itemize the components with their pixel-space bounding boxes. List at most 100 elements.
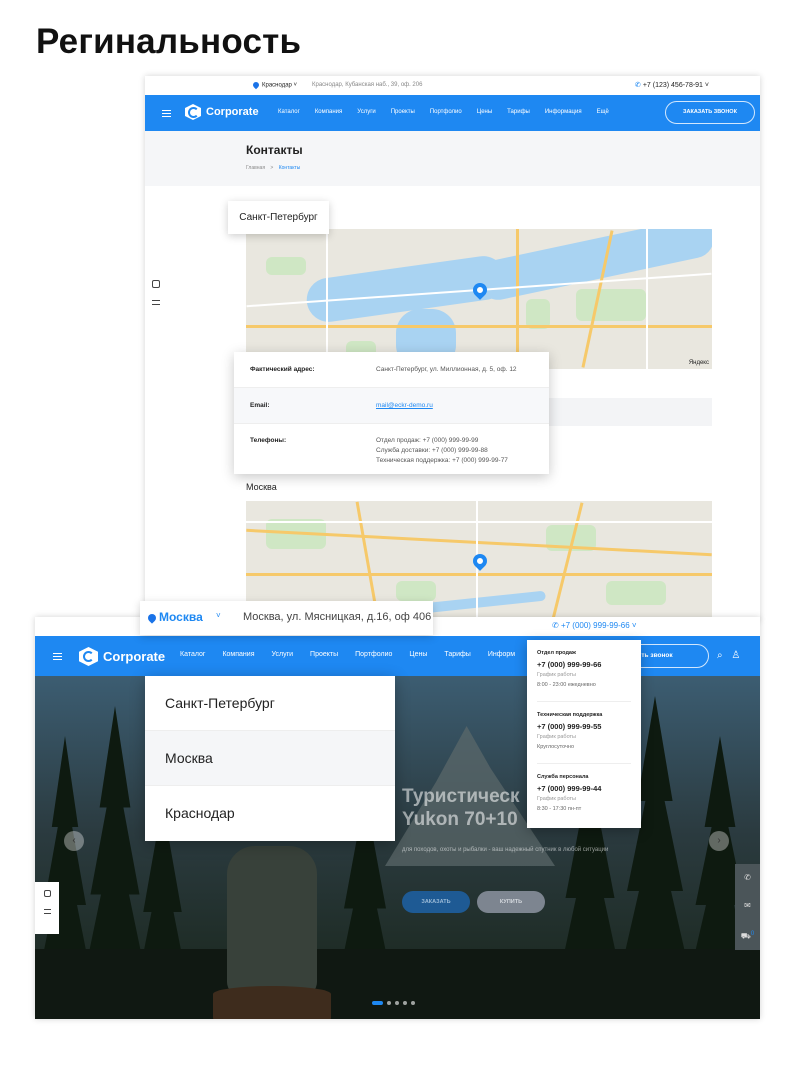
nav-item-projects[interactable]: Проекты [391, 109, 415, 115]
mail-icon[interactable]: ✉ [735, 892, 760, 920]
slider-dot[interactable] [411, 1001, 415, 1005]
nav-item-catalog[interactable]: Каталог [180, 651, 205, 658]
nav-item-more[interactable]: Ещё [597, 109, 609, 115]
department-hours-label: График работы [537, 672, 576, 678]
hero-title-line-2: Yukon 70+10 [402, 808, 518, 830]
header-address: Краснодар, Кубанская наб., 39, оф. 206 [312, 82, 423, 88]
side-toolbar [35, 882, 59, 934]
slider-dot-active[interactable] [372, 1001, 383, 1005]
region-current-name: Москва [159, 610, 203, 624]
email-row: Email: mail@eckr-demo.ru [234, 388, 549, 424]
email-link[interactable]: mail@eckr-demo.ru [376, 402, 433, 409]
logo-text: Corporate [206, 106, 259, 118]
department-title: Техническая поддержка [537, 712, 603, 718]
contact-info-card: Фактический адрес: Санкт-Петербург, ул. … [234, 352, 549, 474]
nav-item-portfolio[interactable]: Портфолио [355, 651, 392, 658]
nav-item-tariffs[interactable]: Тарифы [507, 109, 530, 115]
spb-map[interactable]: Яндекс [246, 229, 712, 369]
header-phone-number: +7 (123) 456-78-91 [642, 82, 703, 89]
region-name: Краснодар [262, 82, 292, 89]
address-label: Фактический адрес: [250, 366, 315, 373]
department-hr: Служба персонала +7 (000) 999-99-44 Граф… [537, 764, 631, 826]
main-nav: Corporate Каталог Компания Услуги Проект… [35, 636, 760, 676]
region-selector[interactable]: Краснодар ˅ [251, 80, 297, 90]
nav-item-projects[interactable]: Проекты [310, 651, 338, 658]
slider-dot[interactable] [403, 1001, 407, 1005]
slider-pagination [372, 1001, 415, 1005]
contacts-row-background [540, 398, 712, 426]
phone-icon: ✆ [635, 82, 641, 89]
nav-item-portfolio[interactable]: Портфолио [430, 109, 462, 115]
slider-prev-arrow-icon[interactable]: ‹ [64, 831, 84, 851]
logo-text: Corporate [103, 649, 166, 664]
nav-item-prices[interactable]: Цены [409, 651, 427, 658]
hero-subtitle: для походов, охоты и рыбалки - ваш надеж… [402, 847, 609, 853]
region-option-spb[interactable]: Санкт-Петербург [145, 676, 395, 731]
header-phone[interactable]: ✆ +7 (000) 999-99-66 ˅ [552, 621, 637, 630]
nav-item-catalog[interactable]: Каталог [278, 109, 300, 115]
nav-item-company[interactable]: Компания [222, 651, 254, 658]
slider-next-arrow-icon[interactable]: › [709, 831, 729, 851]
nav-item-info[interactable]: Информ [488, 651, 515, 658]
department-phone[interactable]: +7 (000) 999-99-44 [537, 784, 631, 793]
department-phone[interactable]: +7 (000) 999-99-55 [537, 722, 631, 731]
header-phone[interactable]: ✆ +7 (123) 456-78-91 ˅ [635, 81, 709, 89]
nav-item-prices[interactable]: Цены [477, 109, 492, 115]
hero-title-line-1: Туристическ [402, 786, 520, 807]
region-selector[interactable]: Москва ˅ Москва, ул. Мясницкая, д.16, оф… [140, 601, 433, 635]
page-title: Регинальность [36, 22, 302, 61]
nav-item-tariffs[interactable]: Тарифы [444, 651, 470, 658]
department-support: Техническая поддержка +7 (000) 999-99-55… [537, 702, 631, 764]
address-value: Санкт-Петербург, ул. Миллионная, д. 5, о… [376, 366, 517, 373]
phones-row: Телефоны: Отдел продаж: +7 (000) 999-99-… [234, 424, 549, 474]
search-icon[interactable]: ⌕ [717, 650, 723, 661]
hero-slider: Туристическ Yukon 70+10 для походов, охо… [35, 676, 760, 1019]
logo[interactable]: Corporate [185, 104, 259, 120]
cart-icon[interactable]: ⛟0 [735, 920, 760, 948]
department-schedule: Круглосуточно [537, 744, 575, 750]
cube-icon[interactable] [152, 280, 160, 288]
breadcrumb: Главная > Контакты [246, 165, 300, 171]
breadcrumb-home[interactable]: Главная [246, 165, 265, 171]
cube-icon[interactable] [43, 890, 51, 897]
slider-dot[interactable] [387, 1001, 391, 1005]
phones-label: Телефоны: [250, 437, 287, 444]
hamburger-menu-icon[interactable] [162, 110, 171, 117]
phone-icon[interactable]: ✆ [735, 864, 760, 892]
buy-button[interactable]: КУПИТЬ [477, 891, 545, 913]
phone-support[interactable]: Техническая поддержка: +7 (000) 999-99-7… [376, 456, 508, 466]
top-bar: Краснодар ˅ Краснодар, Кубанская наб., 3… [145, 76, 760, 95]
region-option-krasnodar[interactable]: Краснодар [145, 786, 395, 841]
order-call-button[interactable]: ЗАКАЗАТЬ ЗВОНОК [665, 101, 755, 124]
settings-sliders-icon[interactable] [43, 909, 51, 914]
nav-item-services[interactable]: Услуги [357, 109, 375, 115]
phone-sales[interactable]: Отдел продаж: +7 (000) 999-99-99 [376, 436, 508, 446]
hero-ground [35, 949, 760, 1019]
nav-item-info[interactable]: Информация [545, 109, 582, 115]
logo-icon [185, 104, 201, 120]
address-row: Фактический адрес: Санкт-Петербург, ул. … [234, 352, 549, 388]
department-schedule: 8:00 - 23:00 ежедневно [537, 682, 596, 688]
map-credit: Яндекс [688, 360, 709, 366]
city-title-moscow: Москва [246, 482, 277, 492]
hamburger-menu-icon[interactable] [53, 653, 62, 660]
location-marker-icon[interactable] [470, 551, 490, 571]
settings-sliders-icon[interactable] [152, 300, 160, 305]
phone-delivery[interactable]: Служба доставки: +7 (000) 999-99-88 [376, 446, 508, 456]
logo[interactable]: Corporate [79, 647, 165, 666]
region-current: Москва [146, 610, 203, 624]
user-icon[interactable]: ♙ [731, 650, 740, 661]
nav-item-services[interactable]: Услуги [272, 651, 294, 658]
order-button[interactable]: ЗАКАЗАТЬ [402, 891, 470, 913]
location-pin-icon [146, 612, 158, 624]
region-option-moscow[interactable]: Москва [145, 731, 395, 786]
department-schedule: 8:30 - 17:30 пн-пт [537, 806, 582, 812]
page-header: Контакты Главная > Контакты [145, 131, 760, 186]
main-nav: Corporate Каталог Компания Услуги Проект… [145, 95, 760, 131]
department-phone[interactable]: +7 (000) 999-99-66 [537, 660, 631, 669]
nav-item-company[interactable]: Компания [315, 109, 342, 115]
slider-dot[interactable] [395, 1001, 399, 1005]
side-toolbar [149, 274, 163, 317]
chevron-down-icon[interactable]: ˅ [216, 611, 221, 620]
stump-image [213, 986, 331, 1019]
